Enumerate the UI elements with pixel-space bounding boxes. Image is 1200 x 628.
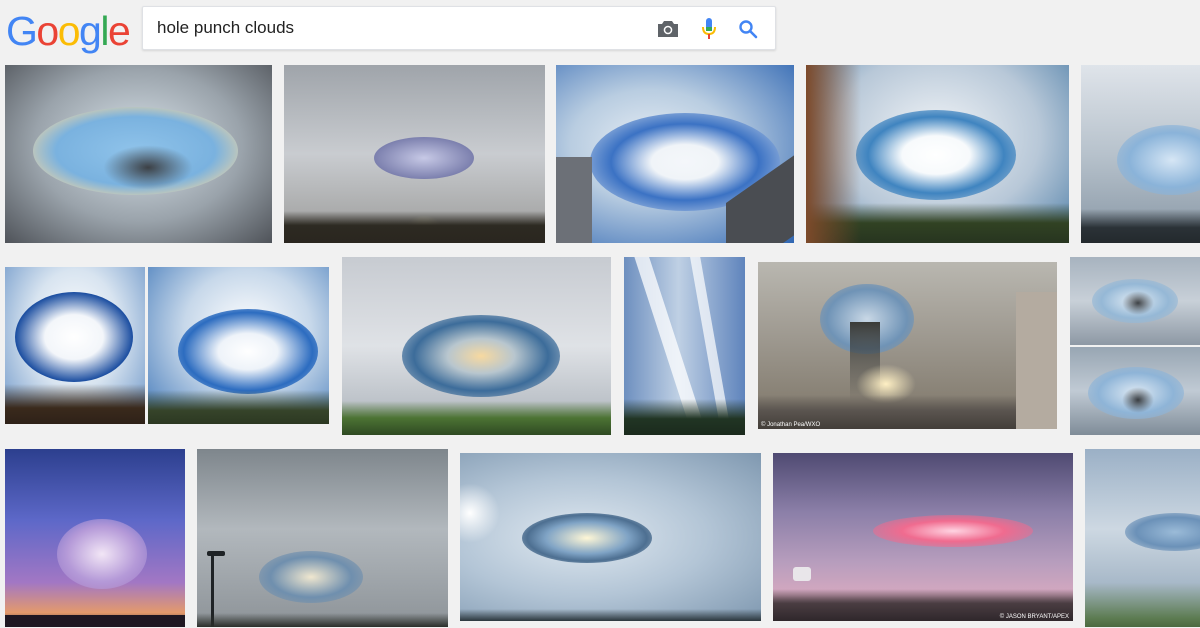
image-results-grid: © Jonathan Pea/WXO © JASON BRYANT/APEX xyxy=(0,0,1200,628)
tree-left xyxy=(806,65,861,243)
cloud-hole xyxy=(374,137,474,179)
image-result[interactable] xyxy=(556,65,794,243)
image-caption: © JASON BRYANT/APEX xyxy=(999,614,1069,620)
cloud-wisp xyxy=(1122,387,1154,413)
image-result[interactable]: © Jonathan Pea/WXO xyxy=(758,262,1057,429)
image-result[interactable] xyxy=(197,449,448,627)
cloud-hole xyxy=(856,110,1016,200)
image-result[interactable] xyxy=(460,453,761,621)
water-tower xyxy=(793,567,811,581)
horizon xyxy=(460,609,761,621)
tree-line xyxy=(624,399,745,435)
cloud-hole xyxy=(1117,125,1200,195)
cloud-wisp xyxy=(1122,291,1154,315)
tree-line xyxy=(342,401,611,435)
sun-glow xyxy=(460,483,500,543)
image-result[interactable] xyxy=(806,65,1069,243)
tree-line xyxy=(5,384,145,424)
cloud-hole xyxy=(1125,513,1200,551)
cloud-hole xyxy=(57,519,147,589)
cloud-wisp xyxy=(103,145,193,190)
image-result[interactable] xyxy=(624,257,745,435)
cloud-hole xyxy=(178,309,318,394)
cloud-hole xyxy=(259,551,363,603)
horizon xyxy=(197,613,448,627)
image-result[interactable] xyxy=(1070,257,1200,345)
image-result[interactable] xyxy=(342,257,611,435)
lamp-head xyxy=(207,551,225,556)
house-right xyxy=(1016,292,1057,429)
image-result[interactable] xyxy=(1085,449,1200,627)
image-result[interactable] xyxy=(1081,65,1200,243)
image-caption: © Jonathan Pea/WXO xyxy=(761,422,821,428)
cloud-hole xyxy=(522,513,652,563)
image-result[interactable] xyxy=(5,267,145,424)
horizon xyxy=(5,615,185,627)
image-result[interactable] xyxy=(284,65,545,243)
image-result[interactable]: © JASON BRYANT/APEX xyxy=(773,453,1073,621)
cloud-hole xyxy=(15,292,133,382)
cloud-hole xyxy=(402,315,560,397)
image-result[interactable] xyxy=(1070,347,1200,435)
tree-line xyxy=(284,211,545,243)
image-result[interactable] xyxy=(148,267,329,424)
building xyxy=(556,157,592,243)
cloud-hole xyxy=(873,515,1033,547)
tree-line xyxy=(148,390,329,424)
image-result[interactable] xyxy=(5,449,185,627)
tree-line xyxy=(1081,209,1200,243)
image-result[interactable] xyxy=(5,65,272,243)
